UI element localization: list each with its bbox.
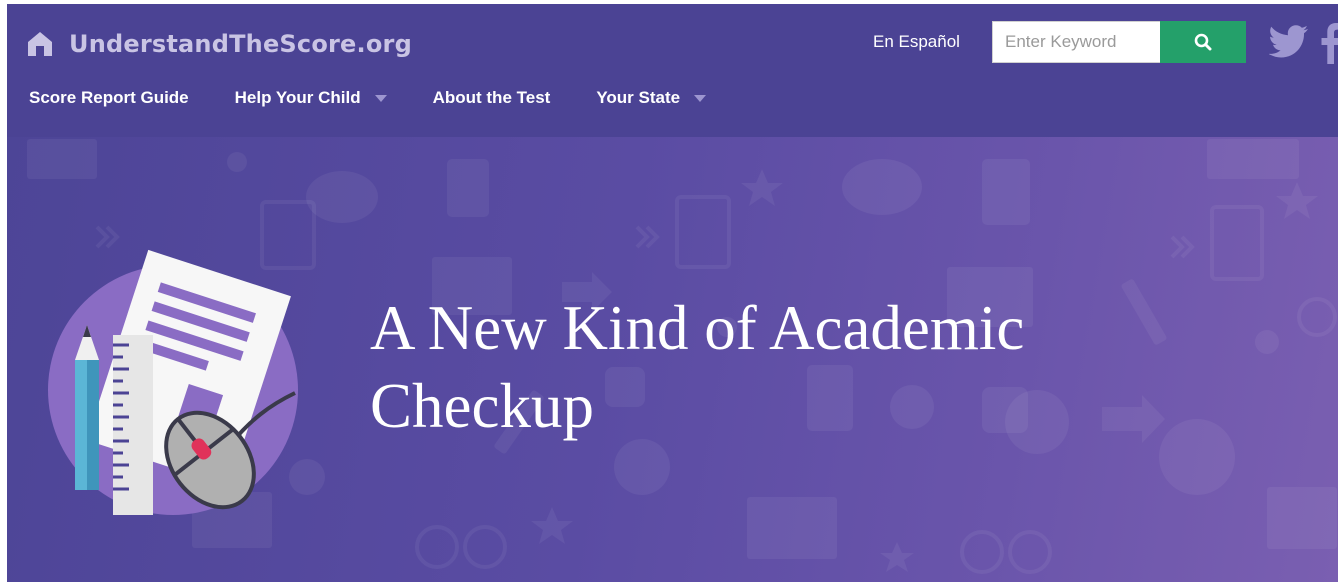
- search-icon: [1194, 33, 1212, 51]
- main-nav: Score Report Guide Help Your Child About…: [29, 88, 752, 108]
- twitter-icon[interactable]: [1269, 24, 1309, 60]
- language-link-espanol[interactable]: En Español: [873, 32, 960, 52]
- site-logo[interactable]: UnderstandTheScore.org: [27, 24, 412, 64]
- search-button[interactable]: [1160, 21, 1246, 63]
- site-header: UnderstandTheScore.org En Español Score …: [7, 4, 1338, 137]
- nav-item-label: Score Report Guide: [29, 88, 189, 107]
- chevron-down-icon: [694, 94, 707, 102]
- site-logo-text: UnderstandTheScore.org: [69, 30, 412, 58]
- hero-title-line-1: A New Kind of Academic: [370, 293, 1025, 363]
- hero-banner: A New Kind of Academic Checkup: [7, 137, 1338, 582]
- nav-item-about-the-test[interactable]: About the Test: [433, 88, 551, 108]
- hero-title-line-2: Checkup: [370, 371, 594, 441]
- nav-item-your-state[interactable]: Your State: [596, 88, 707, 108]
- search-input[interactable]: [992, 21, 1160, 63]
- facebook-icon[interactable]: [1320, 22, 1338, 64]
- test-materials-illustration: [48, 249, 298, 515]
- nav-item-score-report-guide[interactable]: Score Report Guide: [29, 88, 189, 108]
- home-icon: [28, 32, 52, 56]
- hero-title: A New Kind of Academic Checkup: [370, 289, 1330, 445]
- nav-item-label: Help Your Child: [234, 88, 361, 107]
- search-form: [992, 21, 1246, 63]
- nav-item-label: Your State: [596, 88, 681, 107]
- page: UnderstandTheScore.org En Español Score …: [7, 4, 1338, 582]
- nav-item-help-your-child[interactable]: Help Your Child: [235, 88, 387, 108]
- chevron-down-icon: [374, 94, 387, 102]
- nav-item-label: About the Test: [432, 88, 551, 107]
